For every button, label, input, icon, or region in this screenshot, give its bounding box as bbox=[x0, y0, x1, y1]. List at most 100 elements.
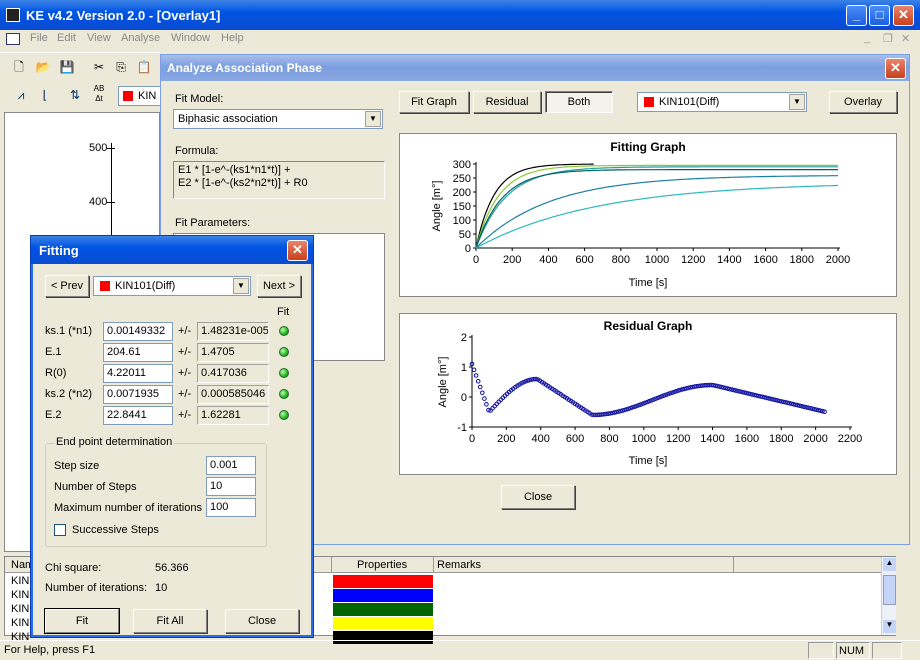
x-tick-label: 1800 bbox=[769, 433, 793, 445]
residual-point bbox=[484, 402, 489, 407]
menu-window[interactable]: Window bbox=[171, 32, 210, 44]
copy-icon[interactable]: ⎘ bbox=[110, 56, 132, 78]
status-pane bbox=[808, 642, 834, 659]
fit-model-select[interactable]: Biphasic association ▼ bbox=[173, 109, 383, 129]
param-value-input[interactable]: 204.61 bbox=[103, 343, 173, 362]
chevron-down-icon[interactable]: ▼ bbox=[365, 111, 381, 127]
list-row-name[interactable]: KIN bbox=[11, 603, 29, 615]
fitting-curve-select[interactable]: KIN101(Diff) ▼ bbox=[93, 276, 251, 296]
ab-icon[interactable]: AB Δt bbox=[88, 84, 110, 106]
y-tick-label: 1 bbox=[461, 362, 467, 374]
curve-select[interactable]: KIN101(Diff) ▼ bbox=[637, 92, 807, 112]
analyze-close-icon[interactable]: ✕ bbox=[885, 58, 906, 79]
close-button[interactable]: ✕ bbox=[893, 5, 914, 26]
save-icon[interactable]: 💾 bbox=[56, 56, 78, 78]
red-swatch bbox=[100, 281, 110, 292]
param-value-input[interactable]: 4.22011 bbox=[103, 364, 173, 383]
menu-file[interactable]: File bbox=[30, 32, 48, 44]
param-error: 0.417036 bbox=[197, 364, 269, 383]
residual-point bbox=[482, 396, 487, 401]
x-tick-label: 1000 bbox=[645, 254, 669, 266]
fit-model-label: Fit Model: bbox=[175, 93, 224, 105]
open-icon[interactable]: 📂 bbox=[32, 56, 54, 78]
fit-all-button[interactable]: Fit All bbox=[133, 609, 207, 633]
param-value-input[interactable]: 0.0071935 bbox=[103, 385, 173, 404]
x-tick-label: 600 bbox=[566, 433, 584, 445]
fit-status-icon[interactable] bbox=[279, 410, 289, 420]
status-pane bbox=[872, 642, 902, 659]
mdi-restore-icon[interactable]: ❐ bbox=[883, 32, 893, 45]
fit-button[interactable]: Fit bbox=[44, 608, 120, 634]
scroll-up-icon[interactable]: ▲ bbox=[883, 558, 896, 571]
y-tick-label: 200 bbox=[453, 187, 471, 199]
y-tick-label: 0 bbox=[461, 392, 467, 404]
param-pm: +/- bbox=[178, 346, 192, 358]
fit-status-icon[interactable] bbox=[279, 347, 289, 357]
steps-label: Number of Steps bbox=[54, 481, 137, 493]
list-row-name[interactable]: KIN bbox=[11, 589, 29, 601]
sort-icon[interactable]: ⇅ bbox=[64, 84, 86, 106]
param-name: R(0) bbox=[45, 367, 67, 379]
step-size-input[interactable]: 0.001 bbox=[206, 456, 256, 475]
endpoint-title: End point determination bbox=[54, 436, 175, 448]
fitting-close-icon[interactable]: ✕ bbox=[287, 240, 308, 261]
steps-input[interactable]: 10 bbox=[206, 477, 256, 496]
residual-graph-panel: Residual Graph 0 200 400 600 800 1000 1200 1400 1… bbox=[399, 313, 897, 475]
successive-label: Successive Steps bbox=[72, 524, 159, 536]
analyze-title: Analyze Association Phase bbox=[167, 61, 322, 75]
fitting-graph: Fitting Graph0 200 400 600 800 1000 1200 1400 16… bbox=[431, 140, 850, 289]
menu-help[interactable]: Help bbox=[221, 32, 244, 44]
chi-value: 56.366 bbox=[155, 562, 189, 574]
x-tick-label: 800 bbox=[612, 254, 630, 266]
chevron-down-icon[interactable]: ▼ bbox=[789, 94, 805, 110]
fit-graph-button[interactable]: Fit Graph bbox=[399, 91, 469, 113]
analyze-close-button[interactable]: Close bbox=[501, 485, 575, 509]
status-text: For Help, press F1 bbox=[4, 644, 96, 656]
x-axis-label: Time [s] bbox=[629, 277, 668, 289]
col-remarks-header[interactable]: Remarks bbox=[437, 559, 481, 571]
list-row-name[interactable]: KIN bbox=[11, 575, 29, 587]
new-icon[interactable]: 🗋 bbox=[8, 56, 30, 78]
app-title: KE v4.2 Version 2.0 - [Overlay1] bbox=[26, 8, 221, 23]
tick-mark bbox=[107, 148, 115, 149]
toolbar-curve-select[interactable]: KIN bbox=[118, 86, 162, 106]
graph-b-icon[interactable]: ⌊ bbox=[34, 84, 56, 106]
chevron-down-icon[interactable]: ▼ bbox=[233, 278, 249, 294]
overlay-button[interactable]: Overlay bbox=[829, 91, 897, 113]
param-value-input[interactable]: 22.8441 bbox=[103, 406, 173, 425]
cut-icon[interactable]: ✂ bbox=[88, 56, 110, 78]
x-tick-label: 400 bbox=[539, 254, 557, 266]
step-size-label: Step size bbox=[54, 460, 100, 472]
curve-select-content: KIN101(Diff) bbox=[644, 96, 719, 108]
residual-button[interactable]: Residual bbox=[473, 91, 541, 113]
fit-status-icon[interactable] bbox=[279, 368, 289, 378]
col-properties-header[interactable]: Properties bbox=[357, 559, 407, 571]
scroll-thumb[interactable] bbox=[883, 575, 896, 605]
paste-icon[interactable]: 📋 bbox=[133, 56, 155, 78]
mdi-min-icon[interactable]: _ bbox=[864, 32, 870, 44]
param-value-input[interactable]: 0.00149332 bbox=[103, 322, 173, 341]
x-tick-label: 1000 bbox=[632, 433, 656, 445]
menu-edit[interactable]: Edit bbox=[57, 32, 76, 44]
y-axis-label: Angle [m°] bbox=[437, 357, 449, 408]
fit-status-icon[interactable] bbox=[279, 389, 289, 399]
successive-checkbox[interactable] bbox=[54, 524, 66, 536]
max-iter-input[interactable]: 100 bbox=[206, 498, 256, 517]
prev-button[interactable]: < Prev bbox=[45, 275, 89, 297]
both-button[interactable]: Both bbox=[545, 91, 613, 113]
list-scrollbar[interactable]: ▲ ▼ bbox=[881, 557, 896, 635]
fitting-close-button[interactable]: Close bbox=[225, 609, 299, 633]
toolbar-analysis: ⩘ ⌊ ⇅ AB Δt KIN bbox=[0, 84, 162, 110]
menu-analyse[interactable]: Analyse bbox=[121, 32, 160, 44]
toolbar-curve-label: KIN bbox=[138, 90, 157, 102]
list-row-name[interactable]: KIN bbox=[11, 617, 29, 629]
menu-view[interactable]: View bbox=[87, 32, 111, 44]
fit-status-icon[interactable] bbox=[279, 326, 289, 336]
mdi-close-icon[interactable]: ✕ bbox=[901, 32, 910, 45]
scroll-down-icon[interactable]: ▼ bbox=[883, 620, 896, 633]
minimize-button[interactable]: _ bbox=[846, 5, 867, 26]
residual-graph: Residual Graph 0 200 400 600 800 1000 1200 1400 1… bbox=[437, 319, 862, 467]
next-button[interactable]: Next > bbox=[257, 275, 301, 297]
maximize-button[interactable]: □ bbox=[869, 5, 890, 26]
graph-a-icon[interactable]: ⩘ bbox=[10, 84, 32, 106]
